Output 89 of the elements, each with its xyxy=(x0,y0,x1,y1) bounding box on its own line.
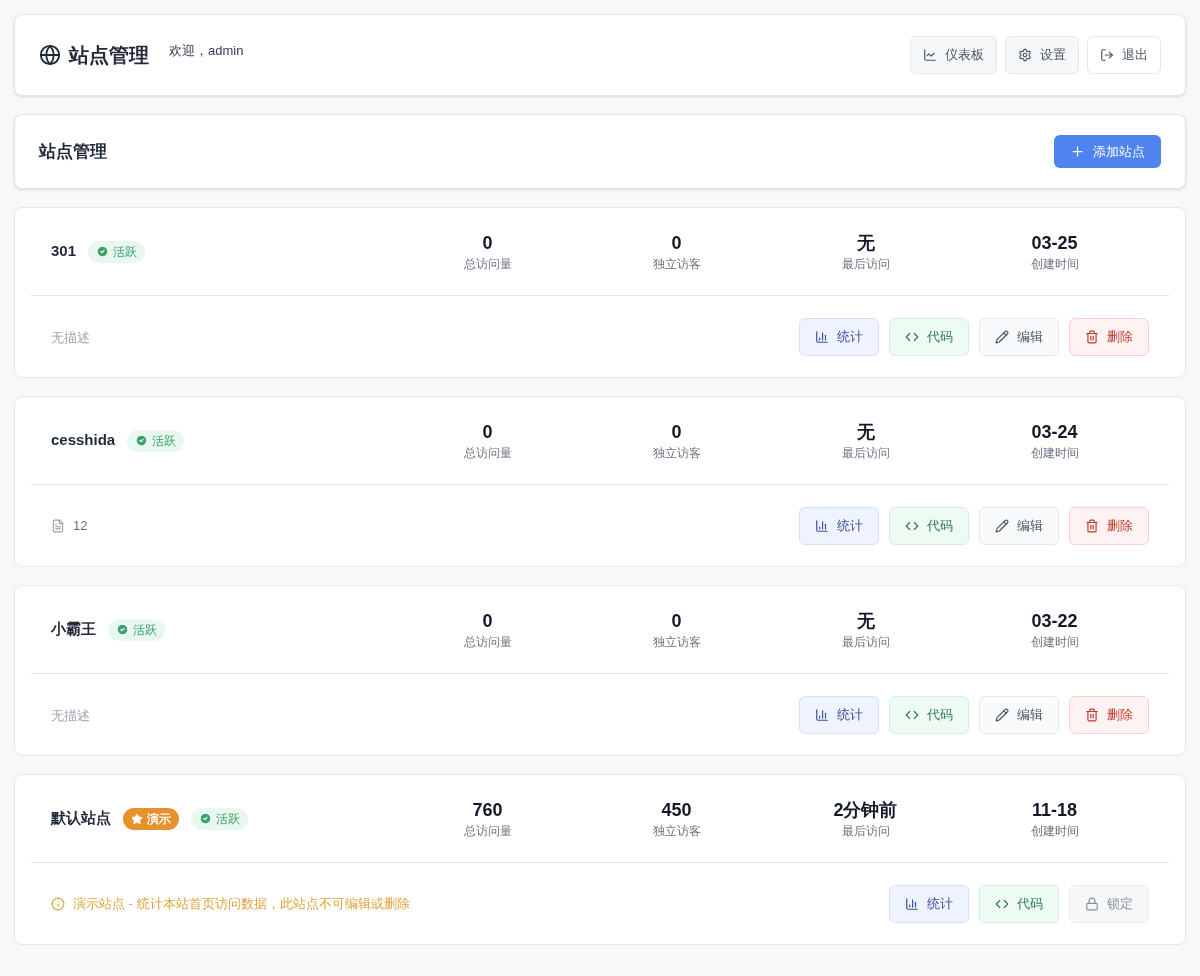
app-title: 站点管理 xyxy=(69,43,149,68)
check-icon xyxy=(199,812,212,825)
delete-button[interactable]: 删除 xyxy=(1069,695,1149,734)
notice-text: 演示站点 - 统计本站首页访问数据，此站点不可编辑或删除 xyxy=(73,894,410,913)
settings-icon xyxy=(1018,48,1032,62)
bar-chart-icon xyxy=(815,707,829,722)
check-icon xyxy=(135,434,149,447)
stat-label: 最后访问 xyxy=(841,444,890,462)
description-text: 无描述 xyxy=(51,707,90,723)
star-icon xyxy=(131,812,143,825)
status-badge: 活跃 xyxy=(88,240,146,263)
document-icon xyxy=(51,518,65,533)
stat-value: 无 xyxy=(856,609,875,633)
bar-chart-icon xyxy=(815,329,829,344)
code-button[interactable]: 代码 xyxy=(979,884,1059,923)
bar-chart-icon xyxy=(815,518,829,533)
demo-badge: 演示 xyxy=(123,807,179,830)
stat-label: 总访问量 xyxy=(463,633,512,651)
stat-value: 03-22 xyxy=(1031,609,1078,633)
stat-value: 0 xyxy=(671,420,682,444)
stat-value: 03-25 xyxy=(1031,231,1078,255)
site-name: 默认站点 xyxy=(51,808,111,829)
status-badge: 活跃 xyxy=(108,618,165,641)
description-text: 12 xyxy=(73,516,88,535)
stats-button[interactable]: 统计 xyxy=(889,884,969,923)
check-icon xyxy=(96,245,110,258)
stat-label: 总访问量 xyxy=(463,444,512,462)
logout-icon xyxy=(1100,48,1114,62)
stats-button[interactable]: 统计 xyxy=(799,317,879,356)
stat-label: 独立访客 xyxy=(652,633,701,651)
stat-value: 0 xyxy=(671,231,682,255)
stat-label: 独立访客 xyxy=(652,822,701,840)
site-name: cesshida xyxy=(51,430,116,451)
plus-icon xyxy=(1070,144,1085,159)
trash-icon xyxy=(1085,329,1099,344)
delete-button[interactable]: 删除 xyxy=(1069,506,1149,545)
lock-icon xyxy=(1085,896,1099,911)
bar-chart-icon xyxy=(905,896,919,911)
stat-value: 0 xyxy=(482,420,493,444)
description-text: 无描述 xyxy=(51,329,90,345)
pencil-icon xyxy=(995,518,1009,533)
trash-icon xyxy=(1085,707,1099,722)
stat-value: 2分钟前 xyxy=(833,798,898,822)
stats-button[interactable]: 统计 xyxy=(799,506,879,545)
stat-label: 最后访问 xyxy=(841,822,890,840)
stat-label: 最后访问 xyxy=(841,255,890,273)
stat-label: 总访问量 xyxy=(463,822,512,840)
section-title: 站点管理 xyxy=(39,140,107,163)
info-icon xyxy=(51,896,65,911)
delete-button[interactable]: 删除 xyxy=(1069,317,1149,356)
stat-label: 创建时间 xyxy=(1030,444,1079,462)
stat-value: 无 xyxy=(856,420,875,444)
edit-button[interactable]: 编辑 xyxy=(979,695,1059,734)
nav-button[interactable]: 设置 xyxy=(1005,36,1079,74)
trash-icon xyxy=(1085,518,1099,533)
stat-label: 创建时间 xyxy=(1030,822,1079,840)
stat-label: 创建时间 xyxy=(1030,255,1079,273)
add-site-button[interactable]: 添加站点 xyxy=(1054,135,1161,168)
stat-value: 11-18 xyxy=(1031,798,1077,822)
stat-value: 450 xyxy=(661,798,692,822)
pencil-icon xyxy=(995,707,1009,722)
stat-value: 760 xyxy=(472,798,503,822)
nav-button[interactable]: 退出 xyxy=(1087,36,1161,74)
stats-button[interactable]: 统计 xyxy=(799,695,879,734)
stat-value: 0 xyxy=(671,609,682,633)
globe-icon xyxy=(39,44,61,66)
status-badge: 活跃 xyxy=(191,807,248,830)
stat-value: 03-24 xyxy=(1031,420,1078,444)
site-name: 301 xyxy=(51,241,77,262)
chart-icon xyxy=(923,48,937,62)
code-button[interactable]: 代码 xyxy=(889,695,969,734)
stat-label: 独立访客 xyxy=(652,255,701,273)
welcome-text: 欢迎，admin xyxy=(169,42,244,61)
stat-label: 总访问量 xyxy=(463,255,512,273)
stat-value: 0 xyxy=(482,609,493,633)
status-badge: 活跃 xyxy=(127,429,185,452)
edit-button[interactable]: 编辑 xyxy=(979,506,1059,545)
stat-label: 独立访客 xyxy=(652,444,701,462)
pencil-icon xyxy=(995,329,1009,344)
stat-value: 0 xyxy=(482,231,493,255)
stat-label: 创建时间 xyxy=(1030,633,1079,651)
code-button[interactable]: 代码 xyxy=(889,506,969,545)
check-icon xyxy=(116,623,129,636)
code-button[interactable]: 代码 xyxy=(889,317,969,356)
nav-button[interactable]: 仪表板 xyxy=(910,36,997,74)
stat-label: 最后访问 xyxy=(841,633,890,651)
edit-button[interactable]: 编辑 xyxy=(979,317,1059,356)
stat-value: 无 xyxy=(856,231,875,255)
site-name: 小霸王 xyxy=(51,619,96,640)
